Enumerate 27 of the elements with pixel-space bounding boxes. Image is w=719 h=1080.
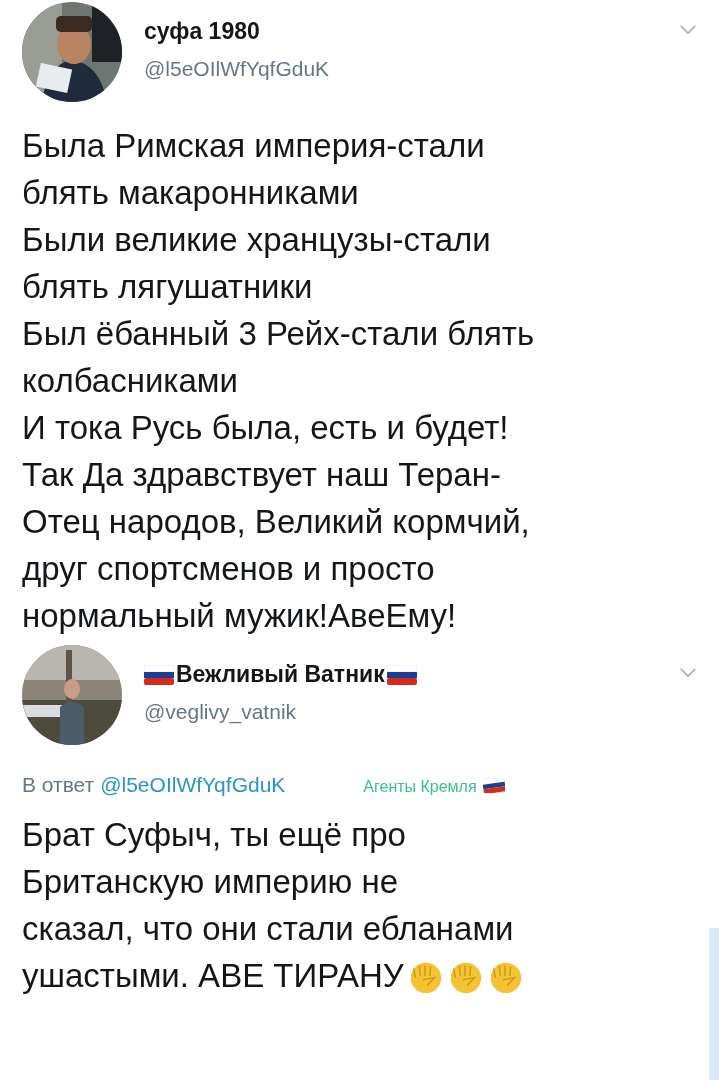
tweet-text: сказал, что они стали ебланами (22, 909, 514, 949)
chevron-down-icon[interactable] (679, 667, 697, 678)
tweet-text: Отец народов, Великий кормчий, (22, 502, 530, 542)
chevron-down-icon[interactable] (679, 24, 697, 35)
user-handle[interactable]: @veglivy_vatnik (144, 700, 679, 724)
tweet-text: блять макаронниками (22, 173, 359, 213)
tweet-text: ушастыми. АВЕ ТИРАНУ (22, 956, 404, 996)
flag-icon (386, 664, 417, 685)
user-handle[interactable]: @l5eOIlWfYqfGduK (144, 57, 679, 81)
tweet-text: друг спортсменов и просто (22, 549, 435, 589)
tweet-text: Так Да здравствует наш Теран- (22, 455, 501, 495)
group-label: Агенты Кремля (363, 778, 477, 796)
tweet-text: Британскую империю не (22, 862, 399, 902)
tweet-text: Был ёбанный 3 Рейх-стали блять (22, 314, 535, 354)
reply-handle-link[interactable]: @l5eOIlWfYqfGduK (100, 773, 286, 797)
tweet-text: Брат Суфыч, ты ещё про (22, 815, 406, 855)
reply-label: В ответ (22, 773, 95, 797)
flag-icon (482, 777, 505, 793)
tweet-text: колбасниками (22, 361, 238, 401)
user-name[interactable]: Вежливый Ватник (176, 661, 385, 688)
tweet-text: Были великие хранцузы-стали (22, 220, 491, 260)
tweet-text: блять лягушатники (22, 267, 313, 307)
tweet-text: И тока Русь была, есть и будет! (22, 408, 509, 448)
flag-icon (144, 664, 174, 685)
tweet-text: нормальный мужик!АвеЕму! (22, 596, 457, 636)
user-name[interactable]: суфа 1980 (144, 18, 260, 45)
tweet-text: Была Римская империя-стали (22, 126, 485, 166)
